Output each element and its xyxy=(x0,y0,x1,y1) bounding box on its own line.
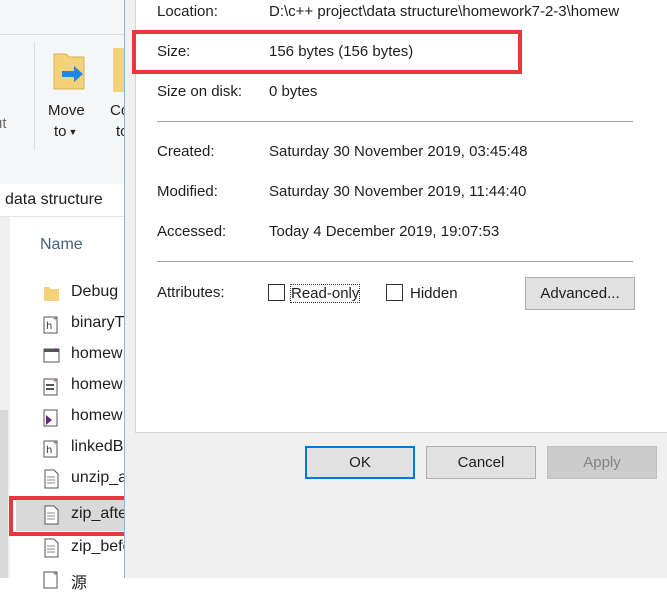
svg-text:+: + xyxy=(53,378,57,385)
move-to-sublabel: to xyxy=(54,123,67,140)
column-header-name[interactable]: Name xyxy=(40,236,83,254)
location-value: D:\c++ project\data structure\homework7-… xyxy=(269,3,620,20)
move-to-button[interactable]: Move to ▼ xyxy=(48,100,85,143)
created-value: Saturday 30 November 2019, 03:45:48 xyxy=(269,143,528,160)
location-label: Location: xyxy=(157,3,218,20)
svg-text:+: + xyxy=(54,347,58,354)
divider xyxy=(157,261,633,262)
size-on-disk-value: 0 bytes xyxy=(269,83,318,100)
dropdown-arrow-icon: ▼ xyxy=(68,126,78,137)
svg-text:+: + xyxy=(53,571,57,578)
file-name: binaryT xyxy=(71,314,125,331)
move-to-label: Move xyxy=(48,102,85,119)
vs-solution-icon xyxy=(43,409,58,427)
address-bar[interactable]: data structure xyxy=(0,184,126,217)
accessed-value: Today 4 December 2019, 19:07:53 xyxy=(269,223,500,240)
created-label: Created: xyxy=(157,143,215,160)
cpp-source-icon: + xyxy=(43,571,58,589)
ribbon-group-separator xyxy=(34,42,35,150)
navigation-scrollbar[interactable] xyxy=(0,410,8,578)
text-file-icon xyxy=(44,469,59,489)
cpp-header-icon: h+ xyxy=(43,316,58,334)
text-file-icon xyxy=(44,538,59,558)
size-on-disk-label: Size on disk: xyxy=(157,83,243,100)
file-name: homew xyxy=(71,407,123,424)
vs-project-icon: + xyxy=(43,378,58,396)
divider xyxy=(157,121,633,122)
file-name: unzip_a xyxy=(71,469,128,486)
svg-text:h: h xyxy=(46,445,52,456)
modified-value: Saturday 30 November 2019, 11:44:40 xyxy=(269,183,527,200)
apply-button[interactable]: Apply xyxy=(547,446,657,479)
attributes-label: Attributes: xyxy=(157,284,225,301)
file-name: 源 xyxy=(71,575,88,592)
move-to-icon[interactable] xyxy=(50,48,90,92)
svg-text:h: h xyxy=(46,321,52,332)
highlight-box-size xyxy=(132,30,522,74)
ok-button[interactable]: OK xyxy=(305,446,415,479)
file-name: homew xyxy=(71,376,123,393)
file-name: Debug xyxy=(71,283,119,300)
cancel-button[interactable]: Cancel xyxy=(426,446,536,479)
readonly-checkbox[interactable] xyxy=(268,284,285,301)
vs-filters-icon: + xyxy=(43,347,60,363)
folder-icon xyxy=(44,287,59,301)
hidden-checkbox-label[interactable]: Hidden xyxy=(410,285,458,302)
file-name: homew xyxy=(71,345,123,362)
explorer-ribbon: ut Move to▼ Co to xyxy=(0,0,129,185)
cpp-header-icon: h+ xyxy=(43,440,58,458)
svg-text:+: + xyxy=(53,316,57,323)
file-name: linkedB xyxy=(71,438,124,455)
accessed-label: Accessed: xyxy=(157,223,227,240)
cut-button-label[interactable]: ut xyxy=(0,115,7,132)
hidden-checkbox[interactable] xyxy=(386,284,403,301)
breadcrumb[interactable]: data structure xyxy=(5,191,103,209)
readonly-checkbox-label[interactable]: Read-only xyxy=(289,284,361,303)
svg-text:+: + xyxy=(53,440,57,447)
ribbon-tab-divider xyxy=(0,34,126,35)
modified-label: Modified: xyxy=(157,183,218,200)
advanced-button[interactable]: Advanced... xyxy=(525,277,635,310)
